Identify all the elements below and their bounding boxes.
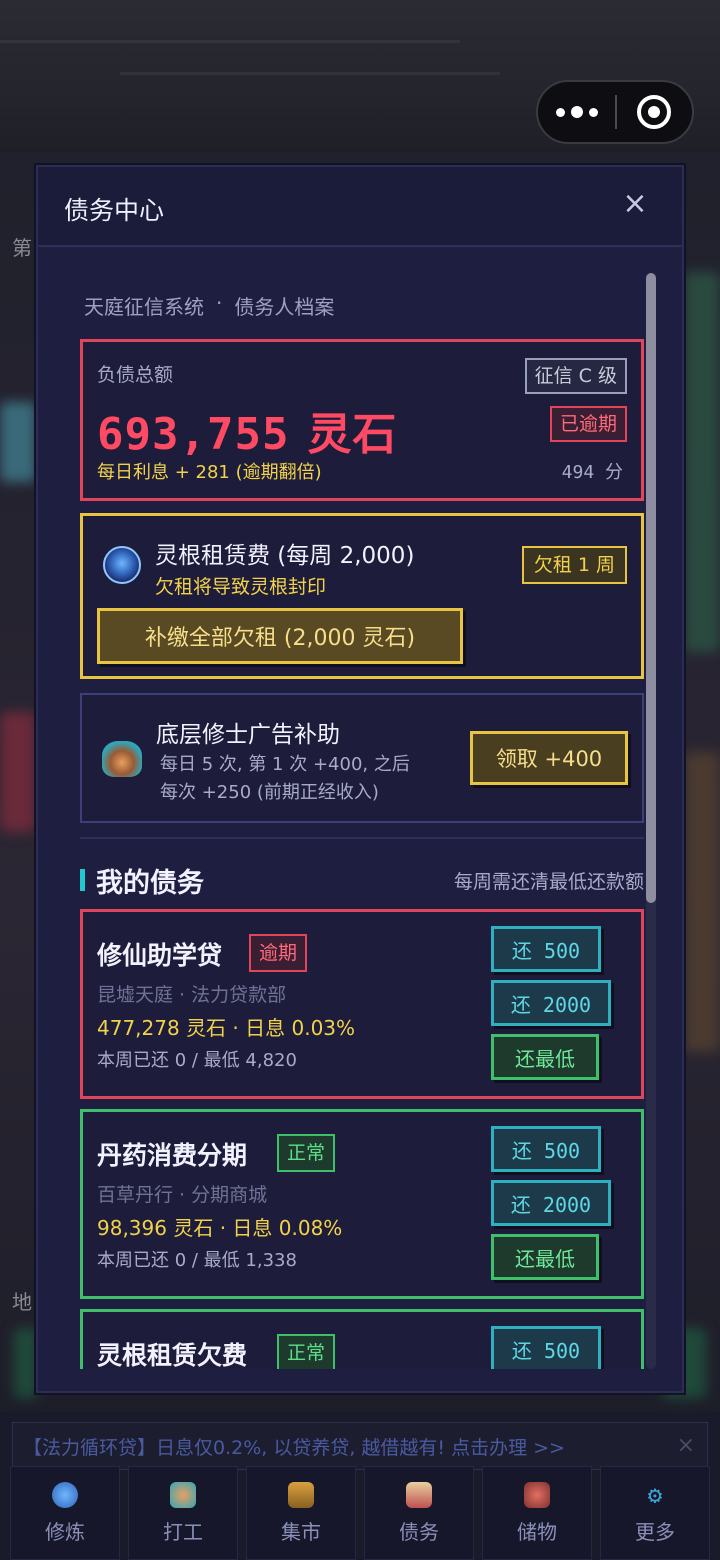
section-hint: 每周需还清最低还款额 (453, 871, 644, 893)
modal-scrollbar[interactable] (646, 273, 656, 1369)
spirit-root-icon (103, 546, 141, 584)
work-icon (170, 1481, 196, 1508)
debt-name: 灵根租赁欠费 (97, 1341, 248, 1369)
debt-lender: 百草丹行 · 分期商城 (97, 1184, 268, 1206)
nav-label: 债务 (399, 1519, 439, 1544)
nav-label: 更多 (635, 1519, 675, 1544)
debt-summary-card: 负债总额 693,755 灵石 每日利息 + 281 (逾期翻倍) 征信 C 级… (80, 339, 644, 501)
backdrop-blob (684, 752, 720, 1052)
ad-subsidy-title: 底层修士广告补助 (156, 722, 340, 748)
more-dots-icon[interactable] (538, 82, 615, 142)
daily-interest: 每日利息 + 281 (逾期翻倍) (97, 462, 322, 483)
debt-weekly-progress: 本周已还 0 / 最低 4,820 (97, 1050, 297, 1071)
debt-weekly-progress: 本周已还 0 / 最低 1,338 (97, 1250, 297, 1271)
rent-owed-badge: 欠租 1 周 (521, 546, 627, 584)
debt-name: 丹药消费分期 (97, 1141, 248, 1170)
spirit-root-rent-card: 灵根租赁费 (每周 2,000) 欠租将导致灵根封印 欠租 1 周 补缴全部欠租… (80, 513, 644, 679)
repay-500-button[interactable]: 还 500 (491, 1326, 601, 1369)
credit-score: 494 分 (561, 462, 623, 483)
nav-label: 修炼 (45, 1519, 85, 1544)
bag-icon (524, 1481, 550, 1508)
nav-item-debt[interactable]: 债务 (364, 1466, 474, 1560)
status-badge: 正常 (277, 1334, 336, 1369)
debt-card: 修仙助学贷 逾期 昆墟天庭 · 法力贷款部 477,278 灵石 · 日息 0.… (80, 909, 644, 1099)
debt-name: 修仙助学贷 (97, 941, 223, 970)
gear-icon: ⚙ (647, 1480, 663, 1509)
rent-warning: 欠租将导致灵根封印 (155, 576, 327, 598)
nav-item-market[interactable]: 集市 (246, 1466, 356, 1560)
repay-minimum-button[interactable]: 还最低 (491, 1234, 599, 1280)
nav-item-storage[interactable]: 储物 (482, 1466, 592, 1560)
backdrop-blob (14, 1328, 38, 1398)
miniprogram-capsule (536, 80, 694, 144)
credit-grade-badge: 征信 C 级 (524, 358, 627, 394)
debt-center-modal: 债务中心 × 天庭征信系统 · 债务人档案 负债总额 693,755 灵石 每日… (36, 165, 684, 1393)
total-debt-value: 693,755 (97, 409, 290, 460)
target-circle-icon[interactable] (617, 82, 692, 142)
modal-title: 债务中心 (64, 196, 165, 225)
cultivate-icon (52, 1481, 78, 1508)
debt-card: 丹药消费分期 正常 百草丹行 · 分期商城 98,396 灵石 · 日息 0.0… (80, 1109, 644, 1299)
backdrop-text: 第 (12, 236, 32, 260)
repay-2000-button[interactable]: 还 2000 (491, 1180, 611, 1226)
debt-balance: 477,278 灵石 · 日息 0.03% (97, 1016, 356, 1040)
ad-desc-line: 每日 5 次, 第 1 次 +400, 之后 (160, 754, 410, 775)
nav-label: 集市 (281, 1519, 321, 1544)
status-badge: 正常 (277, 1134, 336, 1172)
total-debt-label: 负债总额 (97, 364, 174, 386)
overdue-badge: 已逾期 (549, 406, 627, 442)
ad-subsidy-description: 每日 5 次, 第 1 次 +400, 之后 每次 +250 (前期正经收入) (160, 751, 470, 807)
scale-icon (288, 1481, 314, 1508)
bottom-nav: 修炼 打工 集市 债务 储物 ⚙ 更多 (10, 1466, 710, 1560)
subtitle-system: 天庭征信系统 (84, 295, 204, 319)
repay-2000-button[interactable]: 还 2000 (491, 980, 611, 1026)
ad-subsidy-card: 底层修士广告补助 每日 5 次, 第 1 次 +400, 之后 每次 +250 … (80, 693, 644, 823)
rent-title: 灵根租赁费 (每周 2,000) (155, 543, 415, 569)
scroll-icon (406, 1481, 432, 1508)
repay-500-button[interactable]: 还 500 (491, 1126, 601, 1172)
repay-500-button[interactable]: 还 500 (491, 926, 601, 972)
status-badge: 逾期 (249, 934, 308, 972)
modal-scroll-area[interactable]: 天庭征信系统 · 债务人档案 负债总额 693,755 灵石 每日利息 + 28… (38, 249, 682, 1369)
close-icon[interactable]: × (618, 187, 652, 221)
subtitle-separator: · (216, 291, 223, 315)
section-accent-bar (80, 869, 85, 891)
nav-label: 打工 (163, 1519, 203, 1544)
nav-item-cultivate[interactable]: 修炼 (10, 1466, 120, 1560)
scrollbar-thumb[interactable] (646, 273, 656, 903)
backdrop-streak (120, 72, 500, 75)
nav-item-more[interactable]: ⚙ 更多 (600, 1466, 710, 1560)
subtitle-profile: 债务人档案 (234, 295, 335, 319)
ticker-text[interactable]: 【法力循环贷】日息仅0.2%, 以贷养贷, 越借越有! 点击办理 >> (23, 1433, 565, 1460)
total-debt-unit: 灵石 (307, 409, 398, 460)
claim-subsidy-button[interactable]: 领取 +400 (470, 731, 628, 785)
total-debt-amount: 693,755 灵石 (97, 398, 397, 462)
modal-subtitle: 天庭征信系统 · 债务人档案 (84, 291, 334, 320)
promo-ticker[interactable]: 【法力循环贷】日息仅0.2%, 以贷养贷, 越借越有! 点击办理 >> × (12, 1422, 708, 1470)
nav-item-work[interactable]: 打工 (128, 1466, 238, 1560)
backdrop-text: 地 (12, 1290, 32, 1314)
my-debts-header: 我的债务 每周需还清最低还款额 (80, 861, 644, 901)
nav-label: 储物 (517, 1519, 557, 1544)
repay-minimum-button[interactable]: 还最低 (491, 1034, 599, 1080)
backdrop-blob (0, 402, 36, 482)
debt-lender: 昆墟天庭 · 法力贷款部 (97, 984, 287, 1006)
backdrop-blob (684, 272, 720, 652)
debt-card: 灵根租赁欠费 正常 还 500 (80, 1309, 644, 1369)
ad-desc-line: 每次 +250 (前期正经收入) (160, 782, 379, 803)
section-divider (80, 837, 644, 839)
backdrop-blob (0, 712, 36, 832)
modal-header: 债务中心 × (38, 167, 682, 247)
backdrop-streak (0, 40, 460, 43)
cultivator-avatar-icon (102, 741, 142, 777)
debt-balance: 98,396 灵石 · 日息 0.08% (97, 1216, 343, 1240)
pay-all-rent-button[interactable]: 补缴全部欠租 (2,000 灵石) (97, 608, 463, 664)
close-icon[interactable]: × (677, 1433, 695, 1458)
section-title: 我的债务 (96, 868, 204, 899)
